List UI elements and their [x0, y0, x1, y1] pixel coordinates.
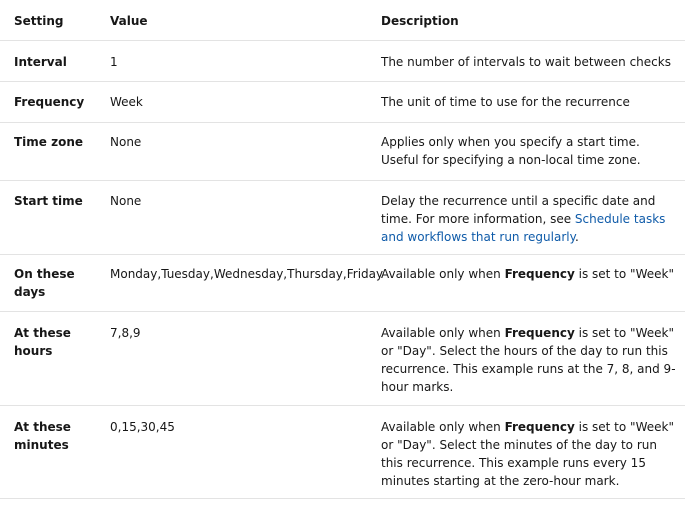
setting-name: Start time	[0, 180, 97, 255]
setting-value: Week	[97, 81, 368, 123]
setting-name: Time zone	[0, 122, 97, 181]
setting-value: None	[97, 180, 368, 255]
setting-name: Interval	[0, 40, 97, 82]
setting-value: 7,8,9	[97, 311, 368, 406]
table-row-at-these-minutes: At these minutes 0,15,30,45 Available on…	[0, 405, 685, 499]
table-row-frequency: Frequency Week The unit of time to use f…	[0, 81, 685, 123]
table-row-at-these-hours: At these hours 7,8,9 Available only when…	[0, 311, 685, 406]
frequency-keyword: Frequency	[504, 267, 575, 281]
description-text: is set to "Week"	[574, 267, 674, 281]
setting-description: The unit of time to use for the recurren…	[368, 81, 685, 123]
table-row-interval: Interval 1 The number of intervals to wa…	[0, 40, 685, 82]
setting-value: Monday,Tuesday,Wednesday,Thursday,Friday	[97, 254, 383, 312]
setting-name: On these days	[0, 254, 97, 312]
setting-description: Delay the recurrence until a specific da…	[368, 180, 685, 255]
table-header-row: Setting Value Description	[0, 0, 685, 41]
setting-description: Applies only when you specify a start ti…	[368, 122, 685, 181]
description-text: .	[574, 230, 579, 244]
table-row-start-time: Start time None Delay the recurrence unt…	[0, 180, 685, 255]
setting-value: 0,15,30,45	[97, 405, 368, 499]
setting-name: At these hours	[0, 311, 97, 406]
recurrence-settings-table: Setting Value Description Interval 1 The…	[0, 0, 685, 499]
setting-value: None	[97, 122, 368, 181]
setting-name: Frequency	[0, 81, 97, 123]
column-header-setting: Setting	[0, 0, 97, 41]
description-text: Available only when	[381, 420, 505, 434]
description-text: Available only when	[381, 267, 505, 281]
setting-description: Available only when Frequency is set to …	[368, 254, 685, 312]
table-row-time-zone: Time zone None Applies only when you spe…	[0, 122, 685, 181]
setting-description: Available only when Frequency is set to …	[368, 405, 685, 499]
setting-description: Available only when Frequency is set to …	[368, 311, 685, 406]
setting-description: The number of intervals to wait between …	[368, 40, 685, 82]
frequency-keyword: Frequency	[504, 420, 575, 434]
column-header-description: Description	[368, 0, 685, 41]
column-header-value: Value	[97, 0, 368, 41]
setting-name: At these minutes	[0, 405, 97, 499]
table-row-on-these-days: On these days Monday,Tuesday,Wednesday,T…	[0, 254, 685, 312]
setting-value: 1	[97, 40, 368, 82]
description-text: Available only when	[381, 326, 505, 340]
frequency-keyword: Frequency	[504, 326, 575, 340]
